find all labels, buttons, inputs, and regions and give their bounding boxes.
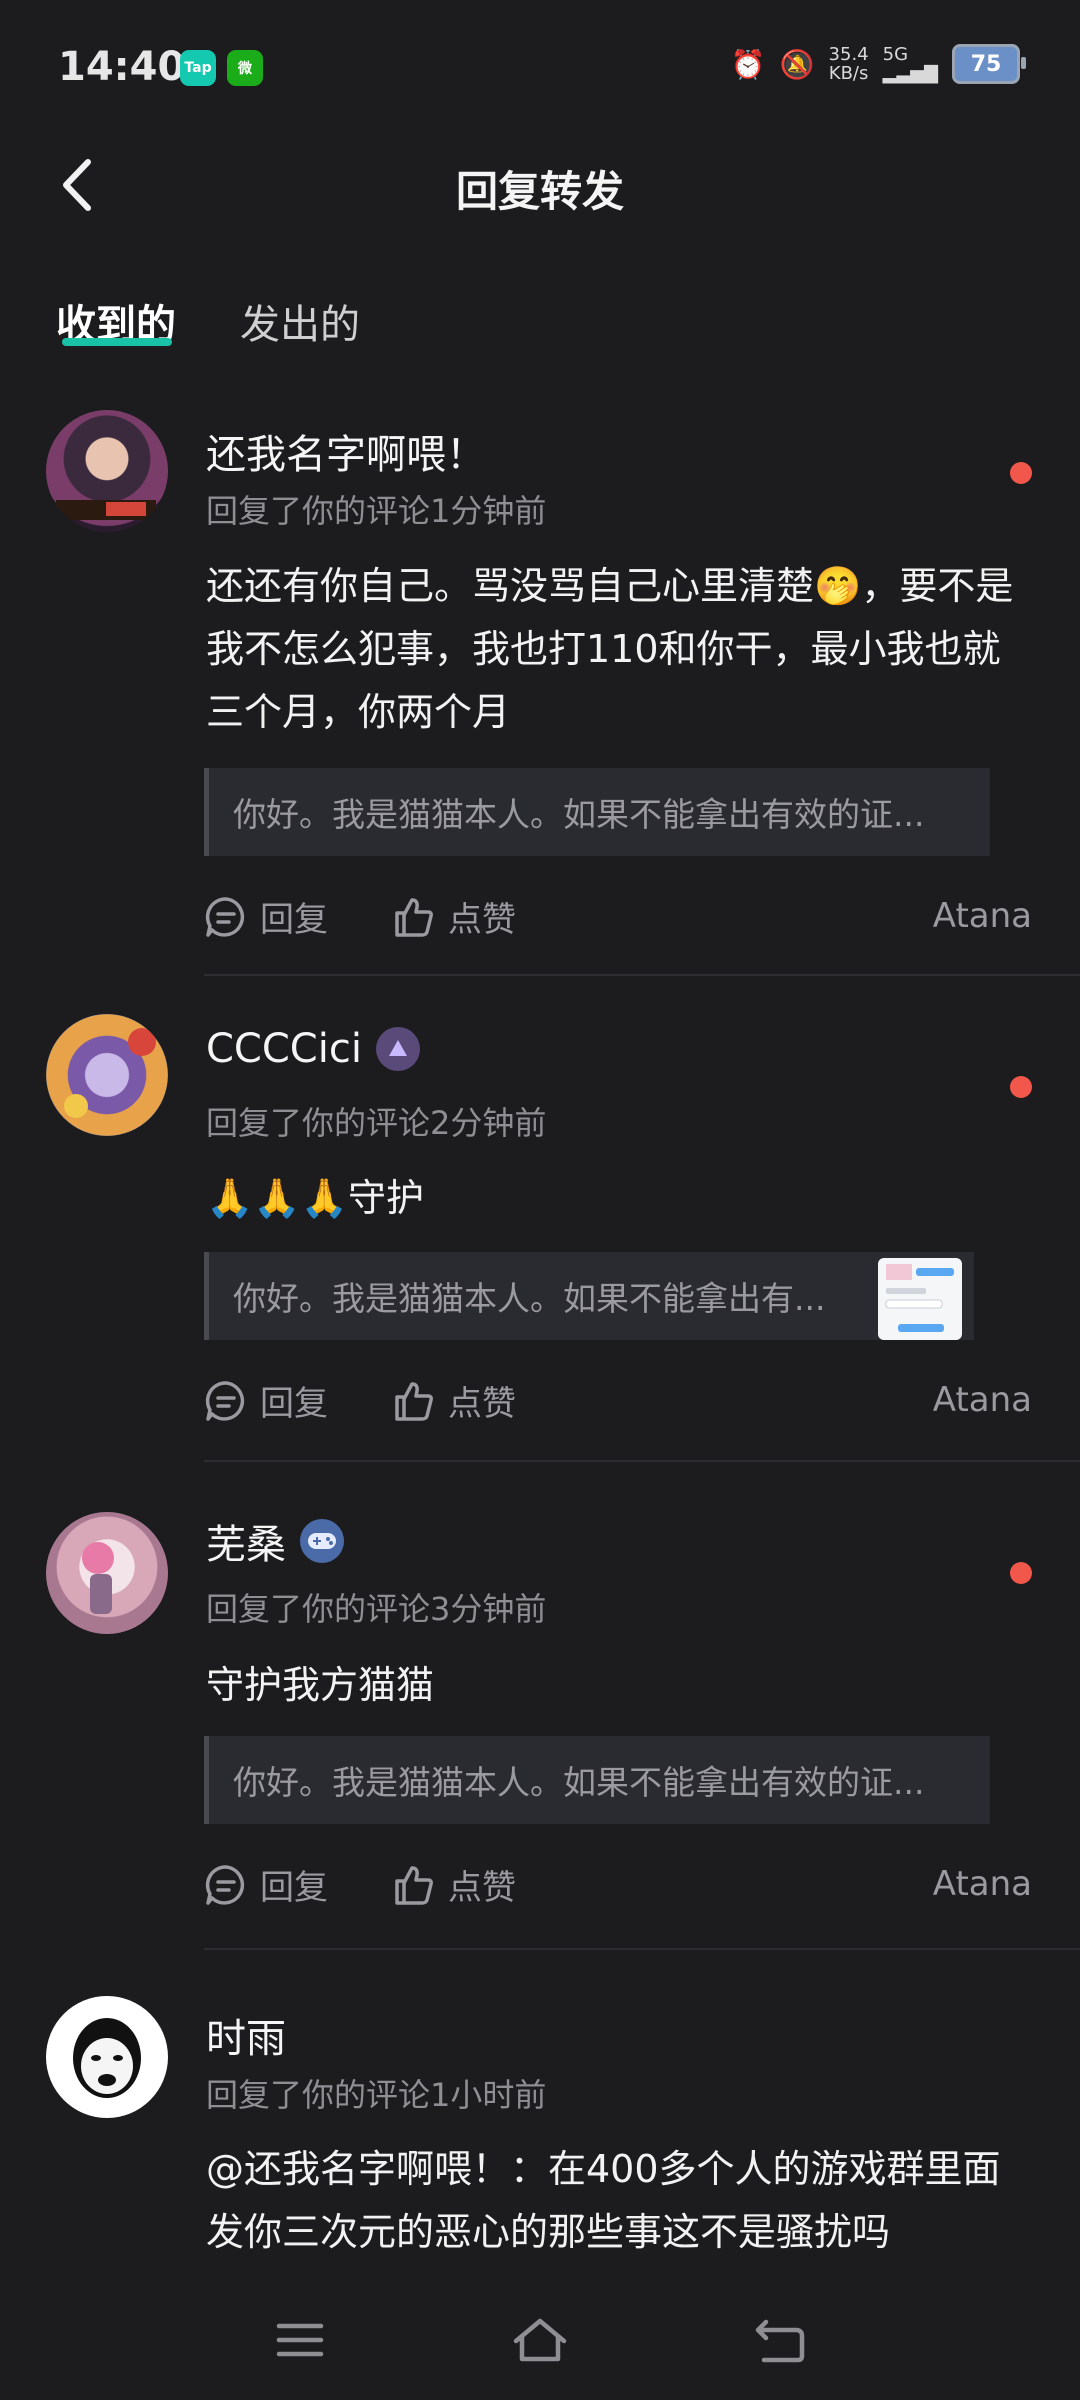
unread-dot [1010,1076,1032,1098]
battery-level: 75 [970,51,1002,77]
taptap-app-icon: Tap [180,50,216,86]
unread-dot [1010,462,1032,484]
avatar[interactable] [46,1996,168,2118]
network-type: 5G [882,44,909,65]
reply-meta: 回复了你的评论3分钟前 [206,1590,547,1628]
back-nav-button[interactable] [745,2310,815,2370]
reply-username[interactable]: CCCCici [206,1026,420,1072]
wechat-app-icon: 微 [227,50,263,86]
reply-meta: 回复了你的评论1小时前 [206,2076,547,2114]
username-text: CCCCici [206,1026,362,1072]
comment-bubble-icon [205,1864,245,1905]
quoted-comment[interactable]: 你好。我是猫猫本人。如果不能拿出有效的证... [204,768,990,856]
user-badge-icon [375,1027,420,1071]
comment-owner: Atana [932,1864,1032,1904]
reply-username[interactable]: 芜桑 [206,1512,344,1570]
gamepad-badge-icon [300,1519,344,1563]
reply-label: 回复 [260,1868,328,1908]
like-button[interactable]: 点赞 [392,1860,516,1909]
avatar-image [56,500,156,520]
quote-thumbnail-image [878,1258,962,1340]
reply-username[interactable]: 时雨 [206,2006,286,2064]
reply-button[interactable]: 回复 [204,1860,328,1909]
reply-label: 回复 [260,1384,328,1424]
network-speed-unit: KB/s [828,63,869,84]
home-button[interactable] [505,2310,575,2370]
reply-item[interactable]: 还我名字啊喂！ 回复了你的评论1分钟前 还还有你自己。骂没骂自己心里清楚🤭，要不… [0,410,1080,980]
quoted-comment[interactable]: 你好。我是猫猫本人。如果不能拿出有效的证... [204,1736,990,1824]
signal-bars-icon: ▂▃▅▇ [882,63,938,84]
unread-dot [1010,1562,1032,1584]
thumbs-up-icon [395,1381,433,1421]
reply-button[interactable]: 回复 [204,1376,328,1425]
reply-item[interactable]: 时雨 回复了你的评论1小时前 @还我名字啊喂！：在400多个人的游戏群里面发你三… [0,1996,1080,2286]
thumbs-up-icon [395,1865,433,1905]
avatar[interactable] [46,1512,168,1634]
alarm-icon: ⏰ [730,47,766,81]
active-tab-indicator [62,338,172,346]
comment-bubble-icon [205,896,245,937]
reply-button[interactable]: 回复 [204,892,328,941]
page-title: 回复转发 [455,167,624,216]
username-text: 时雨 [206,2016,286,2062]
like-button[interactable]: 点赞 [392,1376,516,1425]
username-text: 还我名字啊喂！ [206,432,486,478]
home-icon [513,2318,567,2362]
reply-content: @还我名字啊喂！：在400多个人的游戏群里面发你三次元的恶心的那些事这不是骚扰吗 [206,2147,1001,2254]
comment-owner: Atana [932,896,1032,936]
tab-sent[interactable]: 发出的 [240,292,360,350]
quoted-comment[interactable]: 你好。我是猫猫本人。如果不能拿出有... [204,1252,974,1340]
avatar-image [73,2018,141,2098]
avatar[interactable] [46,410,168,532]
like-label: 点赞 [448,1384,516,1424]
divider [204,1460,1080,1462]
divider [204,1948,1080,1950]
network-speed-value: 35.4 [828,44,869,65]
menu-icon [276,2323,324,2357]
back-arrow-icon [755,2319,805,2363]
like-label: 点赞 [448,1868,516,1908]
menu-button[interactable] [265,2310,335,2370]
network-speed: 35.4 KB/s [829,45,869,83]
reply-label: 回复 [260,900,328,940]
status-time: 14:40 [58,44,186,90]
avatar[interactable] [46,1014,168,1136]
status-right-group: ⏰ 🔕 35.4 KB/s 5G ▂▃▅▇ 75 [730,44,1026,84]
battery-icon: 75 [952,44,1026,84]
reply-item[interactable]: 芜桑 回复了你的评论3分钟前 守护我方猫猫 你好。我是猫猫本人。如果不能拿出有效… [0,1494,1080,1964]
signal-indicator: 5G ▂▃▅▇ [883,45,938,83]
reply-meta: 回复了你的评论2分钟前 [206,1104,547,1142]
like-button[interactable]: 点赞 [392,892,516,941]
mute-icon: 🔕 [779,47,815,81]
username-text: 芜桑 [206,1522,286,1568]
like-label: 点赞 [448,900,516,940]
quoted-text: 你好。我是猫猫本人。如果不能拿出有效的证... [233,1763,925,1802]
reply-content: 守护我方猫猫 [206,1663,435,1707]
system-nav-bar [0,2290,1080,2400]
reply-content: 还还有你自己。骂没骂自己心里清楚🤭，要不是我不怎么犯事，我也打110和你干，最小… [206,564,1014,734]
avatar-image [82,1542,114,1614]
thumbs-up-icon [395,897,433,937]
comment-owner: Atana [932,1380,1032,1420]
reply-username[interactable]: 还我名字啊喂！ [206,422,486,480]
reply-meta: 回复了你的评论1分钟前 [206,492,547,530]
reply-item[interactable]: CCCCici 回复了你的评论2分钟前 🙏🙏🙏守护 你好。我是猫猫本人。如果不能… [0,1012,1080,1482]
status-bar: 14:40 Tap 微 ⏰ 🔕 35.4 KB/s 5G ▂▃▅▇ 75 [0,0,1080,140]
divider [204,974,1080,976]
quoted-text: 你好。我是猫猫本人。如果不能拿出有... [233,1279,826,1318]
avatar-image [64,1028,156,1118]
reply-content: 🙏🙏🙏守护 [206,1176,424,1220]
quoted-text: 你好。我是猫猫本人。如果不能拿出有效的证... [233,795,925,834]
comment-bubble-icon [205,1380,245,1421]
